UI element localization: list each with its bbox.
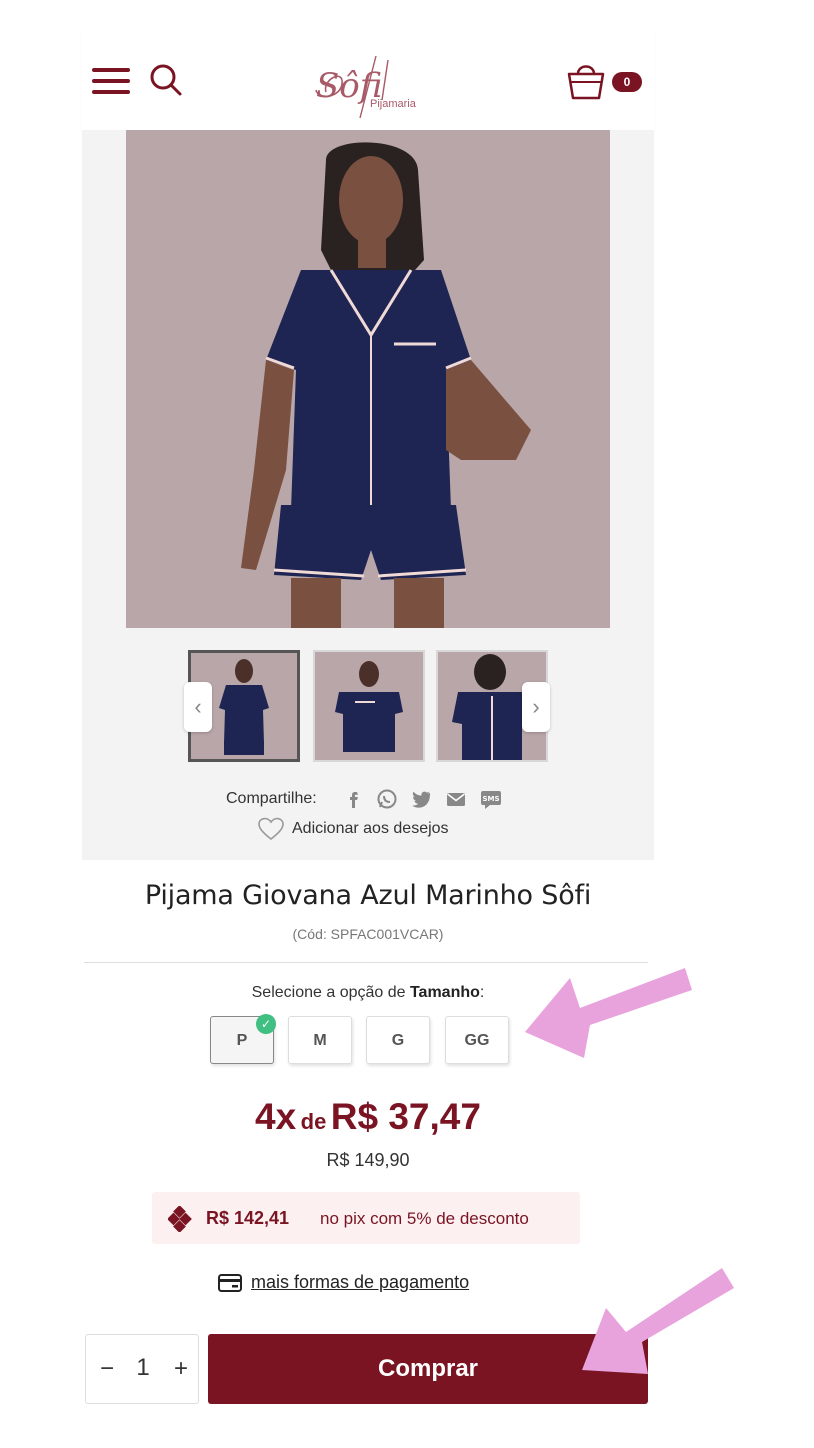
site-header: Sôfi Pijamaria 0 xyxy=(82,30,654,130)
thumbnail-next-button[interactable]: › xyxy=(522,682,550,732)
thumbnail-prev-button[interactable]: ‹ xyxy=(184,682,212,732)
quantity-value[interactable]: 1 xyxy=(132,1354,154,1382)
installment-count: 4x xyxy=(255,1096,297,1137)
quantity-stepper: − 1 + xyxy=(85,1334,199,1404)
size-option-gg[interactable]: GG xyxy=(445,1016,509,1064)
menu-icon[interactable] xyxy=(92,66,132,96)
selected-check-icon: ✓ xyxy=(256,1014,276,1034)
annotation-arrow-icon xyxy=(525,968,692,1058)
sms-icon-text: SMS xyxy=(482,795,499,803)
shopping-basket-icon xyxy=(567,65,605,100)
credit-card-icon xyxy=(218,1274,242,1292)
product-sku: (Cód: SPFAC001VCAR) xyxy=(292,926,444,942)
add-to-wishlist-link[interactable]: Adicionar aos desejos xyxy=(292,820,449,838)
cart-count-badge: 0 xyxy=(612,72,642,92)
pix-discount-text: no pix com 5% de desconto xyxy=(320,1209,529,1228)
pix-icon xyxy=(168,1206,192,1232)
size-label-suffix: : xyxy=(479,984,485,1001)
share-label: Compartilhe: xyxy=(226,790,317,807)
cart-button[interactable]: 0 xyxy=(566,60,646,102)
pix-price: R$ 142,41 xyxy=(206,1208,290,1228)
quantity-increase-button[interactable]: + xyxy=(170,1355,192,1383)
size-option-g[interactable]: G xyxy=(366,1016,430,1064)
installment-de: de xyxy=(300,1109,327,1134)
heart-icon[interactable] xyxy=(258,816,284,842)
twitter-icon[interactable] xyxy=(410,788,432,810)
thumbnail-image xyxy=(315,652,423,760)
thumbnail-2[interactable] xyxy=(313,650,425,762)
more-payment-options-link[interactable]: mais formas de pagamento xyxy=(251,1272,469,1293)
product-photo-illustration xyxy=(126,130,610,628)
full-price: R$ 149,90 xyxy=(326,1150,410,1170)
quantity-decrease-button[interactable]: − xyxy=(96,1355,118,1383)
installment-value: R$ 37,47 xyxy=(330,1096,481,1137)
size-option-m[interactable]: M xyxy=(288,1016,352,1064)
product-title: Pijama Giovana Azul Marinho Sôfi xyxy=(144,880,592,911)
facebook-icon[interactable] xyxy=(344,788,366,810)
search-icon[interactable] xyxy=(148,62,184,98)
email-icon[interactable] xyxy=(445,788,467,810)
sms-icon[interactable]: SMS xyxy=(480,788,502,810)
logo-subtext: Pijamaria xyxy=(370,98,416,110)
sofi-logo[interactable]: Sôfi Pijamaria xyxy=(304,40,424,120)
size-label-prefix: Selecione a opção de xyxy=(251,984,410,1001)
whatsapp-icon[interactable] xyxy=(376,788,398,810)
installment-price: 4x de R$ 37,47 xyxy=(82,1096,654,1138)
annotation-arrow-icon xyxy=(582,1268,734,1374)
product-main-image[interactable] xyxy=(126,130,610,628)
size-label-bold: Tamanho xyxy=(409,984,480,1001)
pix-discount-box: R$ 142,41 no pix com 5% de desconto xyxy=(152,1192,580,1244)
